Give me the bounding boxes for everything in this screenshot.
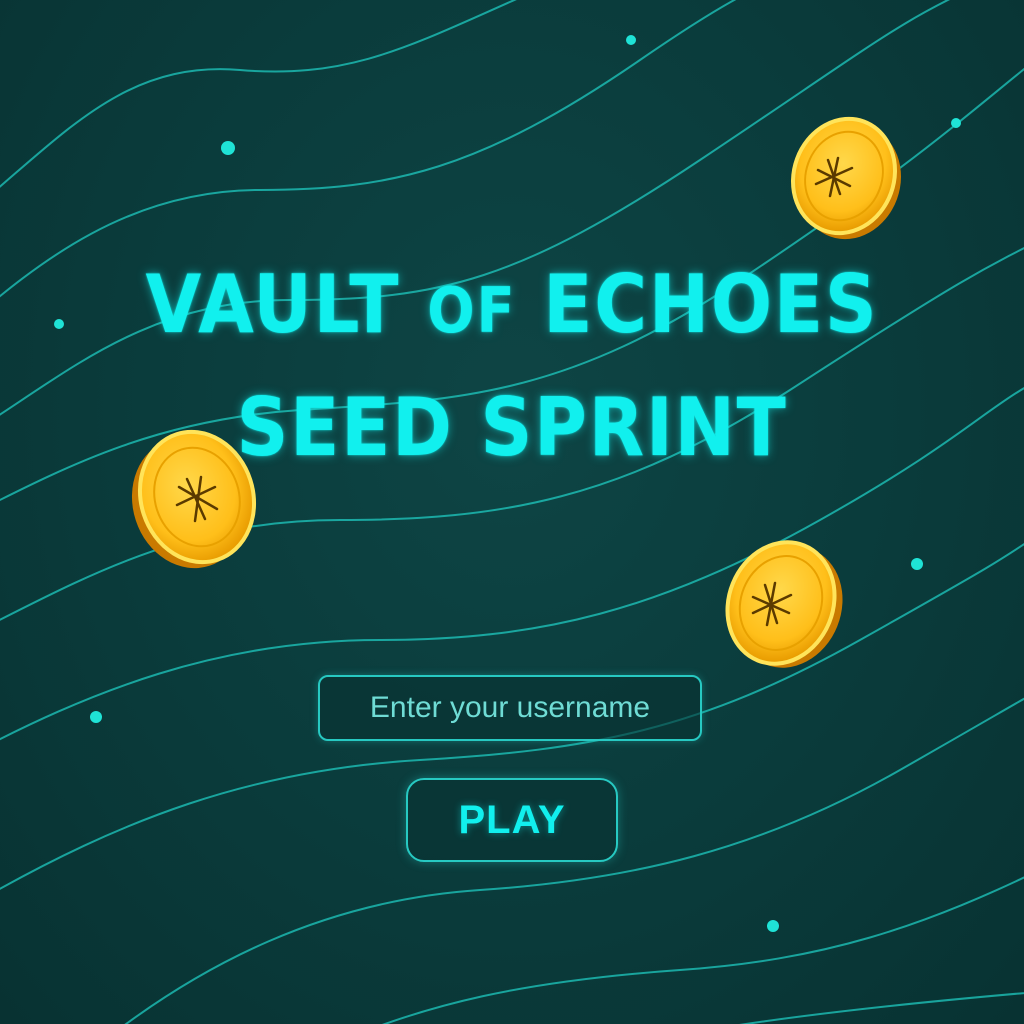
- wave-line: [739, 992, 1024, 1024]
- sparkle-dot: [90, 711, 102, 723]
- game-title-line2: SEED SPRINT: [236, 381, 788, 474]
- asterisk-coin-icon: [790, 116, 902, 240]
- title-word-vault: VAULT: [145, 258, 428, 351]
- sparkle-dot: [951, 118, 961, 128]
- wave-line: [381, 876, 1024, 1024]
- title-word-echoes: ECHOES: [516, 258, 879, 351]
- game-title-line1: VAULT OF ECHOES: [51, 255, 973, 361]
- play-button[interactable]: PLAY: [406, 778, 618, 862]
- sparkle-dot: [626, 35, 636, 45]
- sparkle-dot: [767, 920, 779, 932]
- sparkle-dot: [221, 141, 235, 155]
- title-word-of: OF: [427, 274, 517, 347]
- asterisk-coin-icon: [725, 540, 843, 668]
- wave-line: [0, 0, 517, 188]
- username-input[interactable]: [318, 675, 702, 741]
- sparkle-dot: [911, 558, 923, 570]
- game-start-screen: VAULT OF ECHOES SEED SPRINT PLAY: [0, 0, 1024, 1024]
